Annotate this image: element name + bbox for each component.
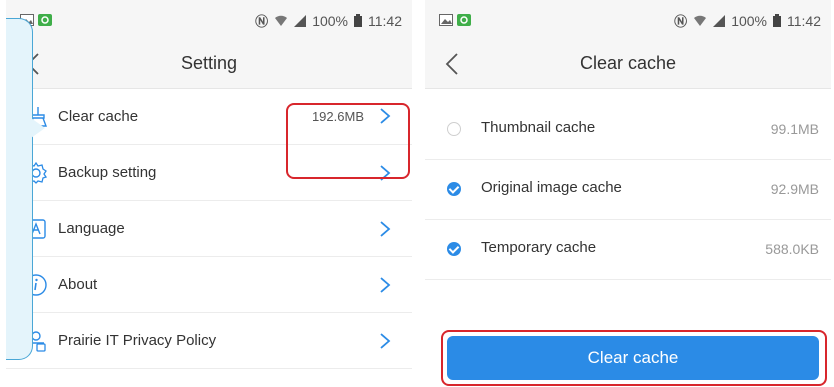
- cache-option-size: 99.1MB: [770, 121, 819, 137]
- highlight-box: [441, 330, 827, 386]
- page-title: Setting: [180, 53, 238, 73]
- settings-item-about[interactable]: About: [6, 257, 412, 313]
- settings-item-label: Clear cache: [58, 107, 139, 125]
- settings-item-label: Language: [58, 220, 125, 237]
- chevron-right-icon: [380, 220, 391, 237]
- cache-option-temporary[interactable]: Temporary cache 588.0KB: [425, 220, 831, 280]
- clock: 11:42: [368, 12, 402, 29]
- cache-option-label: Temporary cache: [481, 239, 597, 256]
- settings-item-label: Prairie IT Privacy Policy: [58, 332, 217, 349]
- status-bar: Ⓝ 100% 11:42: [425, 0, 831, 40]
- cache-option-thumbnail[interactable]: Thumbnail cache 99.1MB: [425, 100, 831, 160]
- clock: 11:42: [787, 12, 821, 29]
- cache-option-size: 588.0KB: [765, 241, 819, 257]
- settings-item-language[interactable]: Language: [6, 201, 412, 257]
- battery-level: 100%: [312, 12, 348, 29]
- checkbox-checked[interactable]: [447, 242, 461, 256]
- cache-option-size: 92.9MB: [770, 181, 819, 197]
- checkbox-checked[interactable]: [447, 182, 461, 196]
- cache-option-label: Original image cache: [481, 179, 622, 196]
- status-bar: Ⓝ 100% 11:42: [6, 0, 412, 40]
- callout-pointer: [31, 118, 45, 138]
- chevron-right-icon: [380, 276, 391, 293]
- settings-item-privacy[interactable]: Prairie IT Privacy Policy: [6, 313, 412, 369]
- nfc-icon: Ⓝ: [255, 14, 269, 29]
- app-bar: Setting: [6, 40, 412, 89]
- page-title: Clear cache: [579, 53, 677, 73]
- settings-item-label: Backup setting: [58, 164, 157, 181]
- app-notification-icon: [457, 14, 471, 26]
- app-notification-icon: [38, 14, 52, 26]
- wifi-icon: [275, 15, 288, 26]
- settings-screen: Ⓝ 100% 11:42 Setting Clear cache 192.6MB…: [6, 0, 412, 387]
- nfc-icon: Ⓝ: [674, 14, 688, 29]
- battery-icon: [354, 14, 362, 27]
- cache-option-label: Thumbnail cache: [481, 119, 596, 136]
- battery-icon: [773, 14, 781, 27]
- gallery-icon: [439, 14, 453, 26]
- wifi-icon: [694, 15, 707, 26]
- highlight-box: [286, 103, 410, 179]
- checkbox-unchecked[interactable]: [447, 122, 461, 136]
- signal-icon: [713, 14, 726, 27]
- signal-icon: [294, 14, 307, 27]
- cache-option-original-image[interactable]: Original image cache 92.9MB: [425, 160, 831, 220]
- cache-options-list: Thumbnail cache 99.1MB Original image ca…: [425, 100, 831, 280]
- clear-cache-screen: Ⓝ 100% 11:42 Clear cache Thumbnail cache…: [425, 0, 831, 387]
- chevron-right-icon: [380, 332, 391, 349]
- battery-level: 100%: [731, 12, 767, 29]
- app-bar: Clear cache: [425, 40, 831, 89]
- callout-bubble: [6, 18, 33, 360]
- settings-item-label: About: [58, 276, 98, 293]
